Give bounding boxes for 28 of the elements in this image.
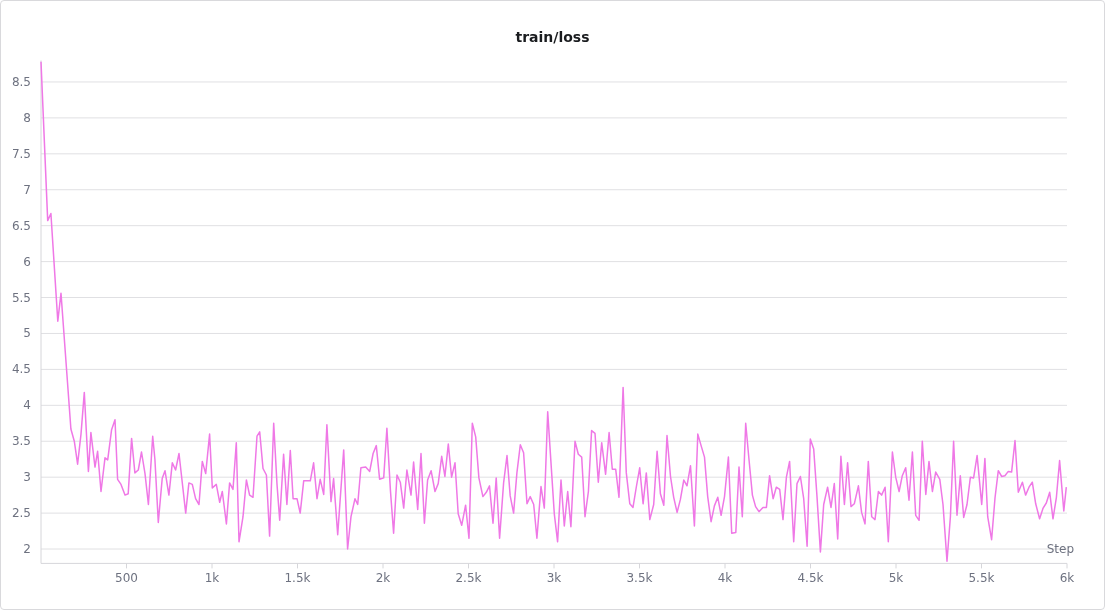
y-tick-label: 7: [23, 182, 31, 197]
y-tick-label: 3.5: [11, 434, 31, 449]
y-tick-label: 4: [23, 398, 31, 413]
y-tick-label: 8.5: [11, 74, 31, 89]
y-tick-label: 8: [23, 110, 31, 125]
y-tick-label: 7.5: [11, 146, 31, 161]
x-tick-label: 6k: [1059, 571, 1075, 586]
x-tick-label: 1.5k: [284, 571, 311, 586]
x-tick-label: 1k: [204, 571, 220, 586]
x-axis-label: Step: [1046, 542, 1074, 557]
y-tick-label: 2.5: [11, 506, 31, 521]
y-tick-label: 6: [23, 254, 31, 269]
x-tick-label: 5k: [888, 571, 904, 586]
y-tick-label: 4.5: [11, 362, 31, 377]
y-tick-label: 3: [23, 470, 31, 485]
y-tick-label: 2: [23, 542, 31, 557]
chart-title: train/loss: [515, 28, 590, 47]
x-tick-label: 500: [115, 571, 138, 586]
x-tick-label: 4k: [717, 571, 733, 586]
y-tick-label: 5.5: [11, 290, 31, 305]
x-tick-label: 2.5k: [455, 571, 482, 586]
x-tick-label: 2k: [375, 571, 391, 586]
x-tick-label: 4.5k: [797, 571, 824, 586]
x-tick-label: 3k: [546, 571, 562, 586]
y-tick-label: 5: [23, 326, 31, 341]
x-tick-label: 3.5k: [626, 571, 653, 586]
x-tick-label: 5.5k: [968, 571, 995, 586]
y-tick-label: 6.5: [11, 218, 31, 233]
